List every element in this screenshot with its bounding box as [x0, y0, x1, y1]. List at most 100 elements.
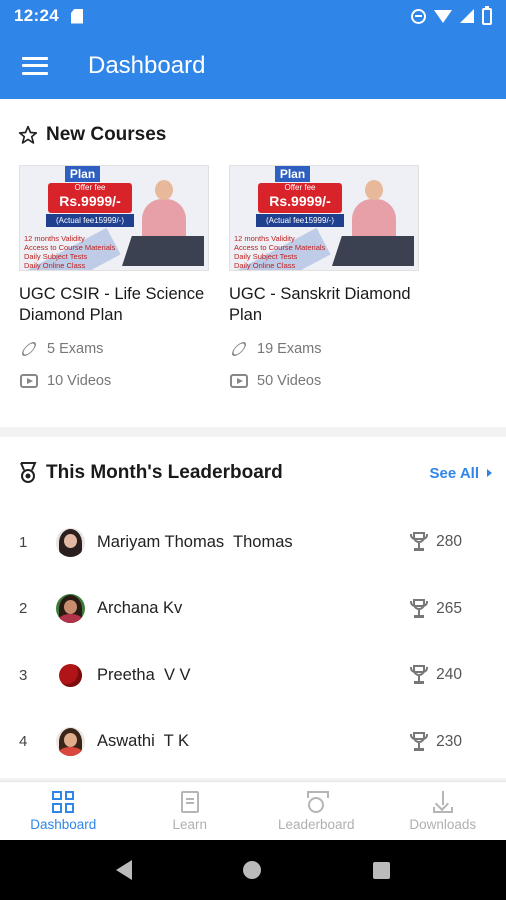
status-time: 12:24	[14, 6, 59, 25]
video-icon	[230, 374, 248, 388]
status-bar: 12:24	[0, 0, 506, 32]
rank: 2	[19, 600, 28, 618]
wifi-icon	[434, 9, 452, 23]
course-exams: 19 Exams	[229, 339, 419, 359]
laptop-image	[122, 236, 204, 266]
new-courses-title: New Courses	[46, 124, 167, 145]
medal-icon	[306, 790, 330, 813]
thumb-offer-badge: Offer fee Rs.9999/-	[48, 183, 132, 213]
battery-icon	[482, 5, 492, 25]
dashboard-grid-icon	[52, 790, 75, 813]
videos-count: 10 Videos	[47, 373, 112, 389]
score-value: 265	[436, 599, 462, 617]
book-icon	[180, 790, 199, 813]
medal-icon	[20, 462, 37, 483]
video-icon	[20, 374, 38, 388]
thumb-feature: 12 months Validity	[24, 234, 85, 243]
nav-leaderboard-label: Leaderboard	[277, 816, 355, 832]
videos-count: 50 Videos	[257, 373, 322, 389]
course-card[interactable]: Plan Offer fee Rs.9999/- (Actual fee1599…	[19, 165, 209, 390]
leaderboard-row[interactable]: 3 Preetha V V 240	[0, 642, 506, 709]
thumb-feature: Access to Course Materials	[24, 243, 116, 252]
system-nav-bar	[0, 840, 506, 900]
instructor-image	[340, 172, 410, 239]
thumb-offer-text: Offer fee	[74, 183, 106, 192]
back-icon[interactable]	[115, 860, 132, 880]
nav-learn-label: Learn	[172, 816, 208, 832]
sd-card-icon	[70, 8, 83, 24]
nav-learn[interactable]: Learn	[127, 782, 254, 840]
nav-leaderboard[interactable]: Leaderboard	[253, 782, 380, 840]
exams-count: 19 Exams	[257, 341, 322, 357]
thumb-offer-text: Offer fee	[284, 183, 316, 192]
thumb-plan-label: Plan	[65, 166, 100, 182]
new-courses-section: New Courses Plan Offer fee Rs.9999/- (Ac…	[0, 99, 506, 427]
course-list: Plan Offer fee Rs.9999/- (Actual fee1599…	[0, 165, 506, 390]
nav-dashboard[interactable]: Dashboard	[0, 782, 127, 840]
laptop-image	[332, 236, 414, 266]
course-thumbnail[interactable]: Plan Offer fee Rs.9999/- (Actual fee1599…	[229, 165, 419, 271]
home-icon[interactable]	[243, 861, 262, 879]
score: 265	[410, 598, 462, 619]
trophy-icon	[410, 665, 429, 685]
thumb-plan-label: Plan	[275, 166, 310, 182]
avatar	[56, 594, 85, 624]
instructor-image	[130, 172, 200, 239]
user-name: Preetha V V	[97, 665, 191, 684]
avatar	[56, 727, 85, 757]
recent-apps-icon[interactable]	[373, 861, 391, 879]
avatar	[56, 660, 85, 690]
thumb-price: Rs.9999/-	[269, 193, 331, 209]
course-title[interactable]: UGC - Sanskrit Diamond Plan	[229, 284, 419, 328]
leaderboard-row[interactable]: 2 Archana Kv 265	[0, 576, 506, 643]
thumb-actual-fee: (Actual fee15999/-)	[256, 214, 344, 227]
score-value: 230	[436, 732, 462, 750]
nav-downloads[interactable]: Downloads	[380, 782, 506, 840]
avatar	[56, 527, 85, 557]
see-all-link[interactable]: See All	[430, 465, 492, 482]
paperclip-icon	[19, 339, 39, 359]
score-value: 280	[436, 533, 462, 551]
course-card[interactable]: Plan Offer fee Rs.9999/- (Actual fee1599…	[229, 165, 419, 390]
thumb-actual-fee: (Actual fee15999/-)	[46, 214, 134, 227]
leaderboard-row[interactable]: 1 Mariyam Thomas Thomas 280	[0, 509, 506, 576]
trophy-icon	[410, 598, 429, 619]
nav-dashboard-label: Dashboard	[30, 816, 97, 832]
leaderboard-row[interactable]: 4 Aswathi T K 230	[0, 709, 506, 776]
course-thumbnail[interactable]: Plan Offer fee Rs.9999/- (Actual fee1599…	[19, 165, 209, 271]
hamburger-menu-icon[interactable]	[22, 56, 48, 75]
score: 240	[410, 665, 462, 685]
thumb-offer-badge: Offer fee Rs.9999/-	[258, 183, 342, 213]
score: 230	[410, 731, 462, 752]
user-name: Archana Kv	[97, 599, 183, 618]
course-title[interactable]: UGC CSIR - Life Science Diamond Plan	[19, 284, 209, 328]
thumb-price: Rs.9999/-	[59, 193, 121, 209]
trophy-icon	[410, 532, 429, 552]
score: 280	[410, 532, 462, 552]
thumb-feature: 12 months Validity	[234, 234, 295, 243]
app-bar: Dashboard	[0, 32, 506, 99]
page-title: Dashboard	[88, 51, 206, 79]
user-name: Aswathi T K	[97, 732, 190, 751]
leaderboard-section: This Month's Leaderboard See All 1 Mariy…	[0, 437, 506, 778]
rank: 3	[19, 666, 28, 684]
bottom-nav: Dashboard Learn Leaderboard Downloads	[0, 781, 506, 840]
course-videos: 50 Videos	[229, 372, 419, 390]
thumb-feature: Access to Course Materials	[234, 243, 326, 252]
star-icon	[18, 125, 38, 144]
score-value: 240	[436, 666, 462, 684]
exams-count: 5 Exams	[47, 341, 104, 357]
do-not-disturb-icon	[411, 8, 426, 24]
paperclip-icon	[229, 339, 249, 359]
new-courses-header: New Courses	[0, 99, 506, 171]
rank: 1	[19, 533, 28, 551]
leaderboard-title: This Month's Leaderboard	[46, 462, 283, 483]
rank: 4	[19, 733, 28, 751]
cell-signal-icon	[460, 9, 474, 23]
user-name: Mariyam Thomas Thomas	[97, 532, 293, 551]
nav-downloads-label: Downloads	[409, 816, 477, 832]
leaderboard-header: This Month's Leaderboard See All	[0, 437, 506, 509]
course-exams: 5 Exams	[19, 339, 209, 359]
course-videos: 10 Videos	[19, 372, 209, 390]
status-icons	[411, 5, 492, 25]
